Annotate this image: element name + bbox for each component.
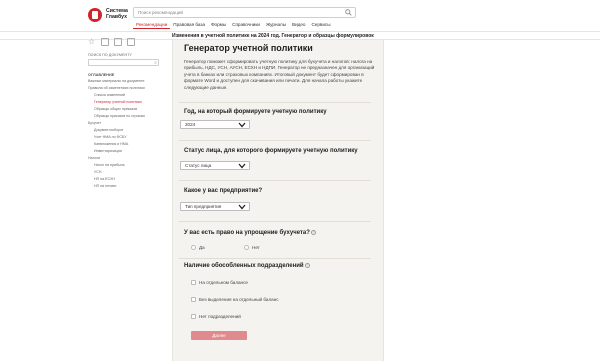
question-enterprise: Какое у вас предприятие?	[184, 187, 376, 195]
radio-yes-label: Да	[199, 245, 205, 250]
generator-description: Генератор поможет сформировать учетную п…	[184, 59, 375, 90]
question-simplified-title: У вас есть право на упрощение бухучета?	[184, 230, 310, 236]
top-header: Система Главбух Поиск рекомендаций Реком…	[0, 0, 600, 30]
generator-panel: Генератор учетной политики Генератор пом…	[172, 40, 384, 361]
question-enterprise-title: Какое у вас предприятие?	[184, 188, 263, 194]
document-search-input[interactable]: ⌕	[88, 59, 159, 66]
toc-item[interactable]: УСН	[88, 169, 163, 176]
checkbox[interactable]	[191, 280, 196, 285]
question-year: Год, на который формируете учетную полит…	[184, 108, 376, 116]
toc-item[interactable]: НП на ЕСХН	[88, 176, 163, 183]
star-icon[interactable]: ☆	[88, 38, 96, 46]
checkbox-label: Нет подразделений	[199, 314, 241, 319]
toc-item[interactable]: Налоги	[88, 155, 163, 162]
main-nav: Рекомендации Правовая база Формы Справоч…	[133, 20, 334, 29]
toc-item[interactable]: Капвложения и НМА	[88, 141, 163, 148]
page-title: Изменения в учетной политике на 2024 год…	[172, 33, 374, 39]
radio-button[interactable]	[244, 245, 249, 250]
nav-reference[interactable]: Справочники	[229, 20, 263, 29]
logo-icon	[88, 8, 102, 22]
radio-no[interactable]: Нет	[244, 245, 260, 250]
nav-services[interactable]: Сервисы	[308, 20, 333, 29]
toc-item[interactable]: Образцы приказов по строкам	[88, 113, 163, 120]
question-subdivisions: Наличие обособленных подразделений i	[184, 262, 376, 270]
divider	[179, 140, 371, 141]
info-icon[interactable]: i	[310, 229, 316, 235]
enterprise-select-value: Тип предприятия	[185, 204, 222, 209]
checkbox-no-subdivisions[interactable]: Нет подразделений	[191, 314, 241, 319]
divider	[179, 221, 371, 222]
next-button[interactable]: Далее	[191, 331, 247, 340]
logo[interactable]: Система Главбух	[88, 8, 128, 22]
chevron-down-icon	[238, 122, 246, 128]
question-status-title: Статус лица, для которого формируете уче…	[184, 148, 358, 154]
bookmark-icon[interactable]	[101, 38, 109, 46]
question-status: Статус лица, для которого формируете уче…	[184, 147, 376, 155]
nav-legal-base[interactable]: Правовая база	[170, 20, 208, 29]
enterprise-select[interactable]: Тип предприятия	[180, 202, 250, 211]
toc-item[interactable]: Важные материалы на документе	[88, 78, 163, 85]
year-select[interactable]: 2024	[180, 120, 250, 129]
status-select[interactable]: Статус лица	[180, 161, 250, 170]
sidebar-toolbar: ☆	[88, 36, 163, 46]
checkbox-label: На отдельном балансе	[199, 280, 248, 285]
toc-item[interactable]: Список изменений	[88, 92, 163, 99]
print-icon[interactable]	[114, 38, 122, 46]
toc-item[interactable]: Инвентаризация	[88, 148, 163, 155]
toc-item[interactable]: Образцы общих приказов	[88, 106, 163, 113]
question-year-title: Год, на который формируете учетную полит…	[184, 109, 327, 115]
nav-video[interactable]: Видео	[289, 20, 308, 29]
generator-title: Генератор учетной политики	[184, 43, 313, 53]
checkbox[interactable]	[191, 297, 196, 302]
nav-journals[interactable]: Журналы	[263, 20, 289, 29]
toc-item[interactable]: Документооборот	[88, 127, 163, 134]
toc-item[interactable]: Правила об изменениях политики	[88, 85, 163, 92]
toc-item[interactable]: Налог на прибыль	[88, 162, 163, 169]
toc-item[interactable]: Бухучет	[88, 120, 163, 127]
logo-line2: Главбух	[106, 14, 127, 20]
nav-forms[interactable]: Формы	[208, 20, 229, 29]
search-icon[interactable]	[343, 8, 353, 17]
nav-recommendations[interactable]: Рекомендации	[133, 20, 171, 29]
checkbox-label: Без выделения на отдельный баланс	[199, 297, 279, 302]
divider	[179, 180, 371, 181]
divider	[179, 258, 371, 259]
checkbox-separate-balance[interactable]: На отдельном балансе	[191, 280, 248, 285]
toc-item[interactable]: НП на печати	[88, 183, 163, 190]
year-select-value: 2024	[185, 122, 196, 127]
search-icon[interactable]: ⌕	[154, 60, 157, 66]
toc-item[interactable]: Учет НМА по ФСБУ	[88, 134, 163, 141]
chevron-down-icon	[238, 163, 246, 169]
checkbox-no-separate-balance[interactable]: Без выделения на отдельный баланс	[191, 297, 279, 302]
radio-button[interactable]	[191, 245, 196, 250]
checkbox[interactable]	[191, 314, 196, 319]
download-icon[interactable]	[127, 38, 135, 46]
question-subdivisions-title: Наличие обособленных подразделений	[184, 263, 304, 269]
sidebar: ☆ ПОИСК ПО ДОКУМЕНТУ ⌕ ОГЛАВЛЕНИЕ Важные…	[88, 36, 163, 361]
status-select-value: Статус лица	[185, 163, 212, 168]
toc-list: Важные материалы на документе Правила об…	[88, 78, 163, 190]
radio-yes[interactable]: Да	[191, 245, 205, 250]
toc-item-active[interactable]: Генератор учетной политики	[88, 99, 163, 106]
question-simplified: У вас есть право на упрощение бухучета? i	[184, 229, 376, 237]
radio-no-label: Нет	[252, 245, 260, 250]
chevron-down-icon	[238, 204, 246, 210]
toc-title: ОГЛАВЛЕНИЕ	[88, 73, 115, 77]
info-icon[interactable]: i	[304, 262, 310, 268]
divider	[179, 102, 371, 103]
sidebar-search-label: ПОИСК ПО ДОКУМЕНТУ	[88, 53, 132, 57]
search-input[interactable]: Поиск рекомендаций	[133, 7, 356, 18]
